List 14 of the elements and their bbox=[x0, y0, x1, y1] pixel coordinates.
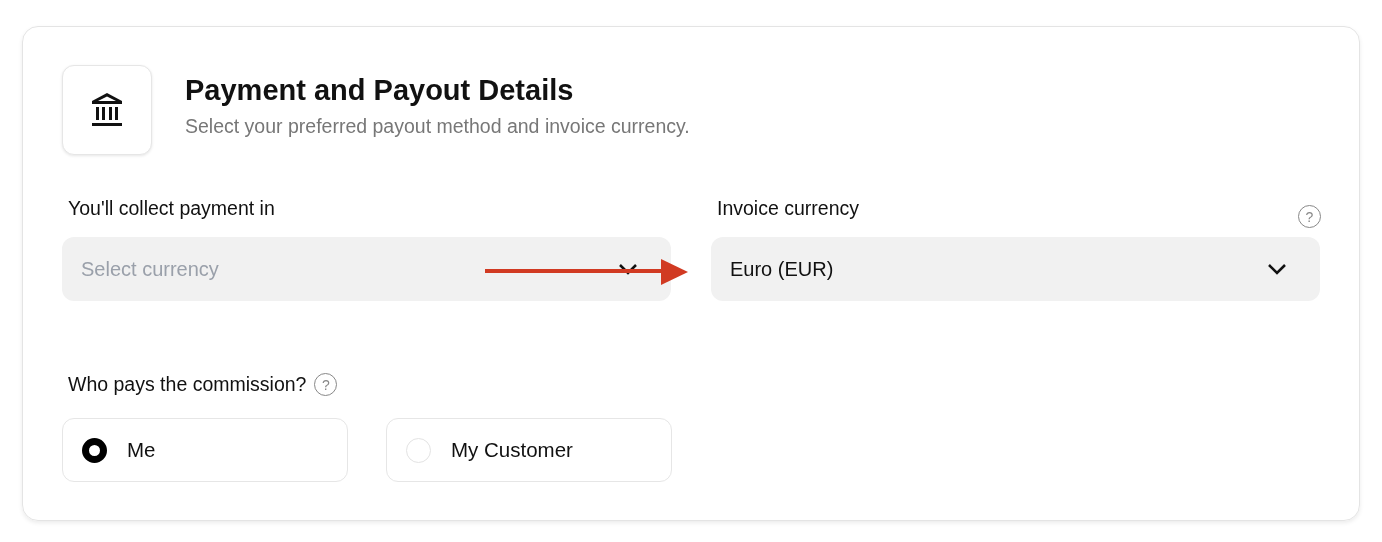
field-label: Invoice currency bbox=[717, 197, 859, 220]
section-subtitle: Select your preferred payout method and invoice currency. bbox=[185, 115, 690, 138]
field-label: You'll collect payment in bbox=[68, 197, 275, 220]
option-label: My Customer bbox=[451, 438, 573, 462]
currency-dropdown[interactable]: Euro (EUR) bbox=[711, 237, 1320, 301]
bank-icon bbox=[90, 92, 124, 128]
radio-button[interactable] bbox=[82, 437, 107, 463]
chevron-down-icon bbox=[618, 263, 638, 275]
chevron-down-icon bbox=[1267, 263, 1287, 275]
field-label: Who pays the commission? bbox=[68, 373, 307, 396]
radio-option[interactable]: My Customer bbox=[386, 418, 672, 482]
section-title: Payment and Payout Details bbox=[185, 74, 575, 107]
radio-option[interactable]: Me bbox=[62, 418, 348, 482]
option-label: Me bbox=[127, 438, 156, 462]
